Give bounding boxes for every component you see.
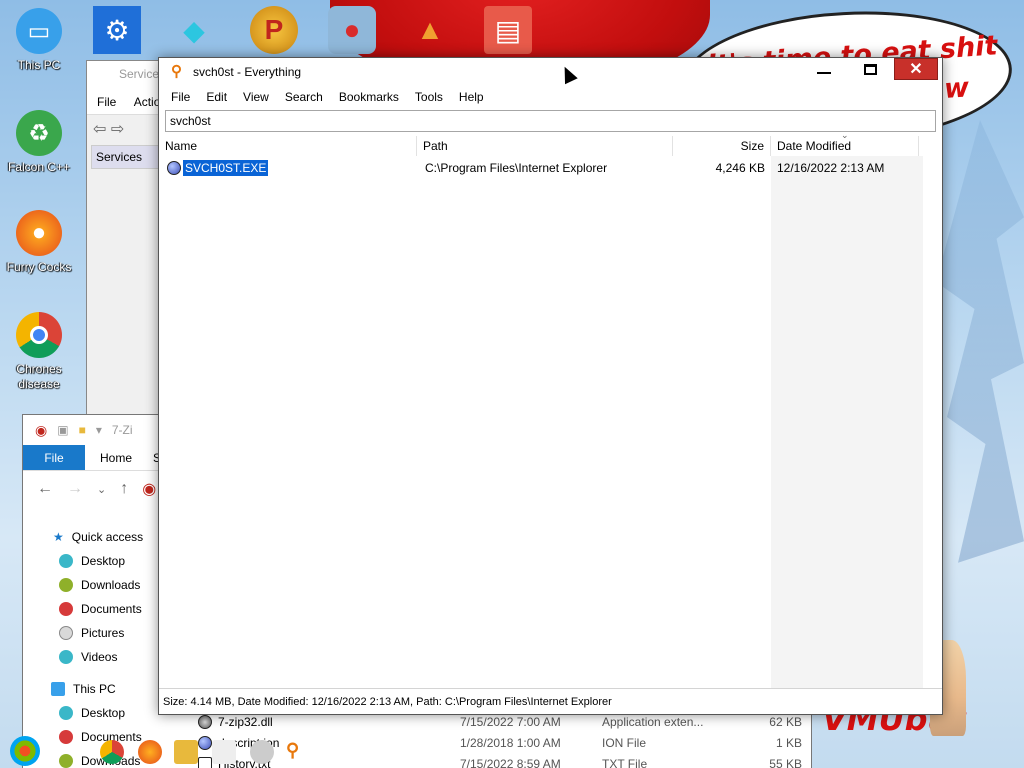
result-path: C:\Program Files\Internet Explorer <box>425 161 608 175</box>
everything-search-icon[interactable]: ⚲ <box>286 740 310 764</box>
forward-arrow-icon[interactable]: ⇨ <box>111 121 124 138</box>
minimize-icon <box>817 72 831 74</box>
menu-help[interactable]: Help <box>451 90 492 104</box>
sidebar-item-desktop[interactable]: Desktop <box>23 549 163 573</box>
chevron-down-icon[interactable]: ▾ <box>96 423 102 437</box>
settings-icon[interactable]: ⚙ <box>93 6 141 54</box>
back-arrow-icon[interactable]: ← <box>37 480 53 498</box>
sidebar-item-documents[interactable]: Documents <box>23 597 163 621</box>
recycle-icon: ♻ <box>16 110 62 156</box>
chevron-down-icon[interactable]: ⌄ <box>97 483 106 496</box>
column-header-name[interactable]: Name <box>159 136 417 156</box>
column-header-date-modified[interactable]: Date Modified ⌄ <box>771 130 919 156</box>
ribbon-tab-home[interactable]: Home <box>85 445 147 470</box>
services-menu-action[interactable]: Actio <box>134 95 161 109</box>
result-name[interactable]: SVCH0ST.EXE <box>181 159 270 177</box>
start-button-icon[interactable] <box>10 736 40 766</box>
explorer-sidebar: ★ Quick access Desktop Downloads Documen… <box>23 525 163 768</box>
forward-arrow-icon[interactable]: → <box>67 480 83 498</box>
menu-file[interactable]: File <box>163 90 198 104</box>
desktop-icon-falcon[interactable]: ♻ Falcon C++ <box>0 110 78 175</box>
up-arrow-icon[interactable]: ↑ <box>120 480 128 498</box>
firefox-icon[interactable] <box>138 740 162 764</box>
ribbon-tab-file[interactable]: File <box>23 445 85 470</box>
cake-icon[interactable]: ▲ <box>406 6 454 54</box>
documents-icon <box>59 602 73 616</box>
app-7zip-icon: ◉ <box>142 481 157 498</box>
column-header-path[interactable]: Path <box>417 136 673 156</box>
downloads-icon <box>59 578 73 592</box>
maximize-icon <box>863 63 877 75</box>
result-size: 4,246 KB <box>715 161 765 175</box>
results-list: SVCH0ST.EXE C:\Program Files\Internet Ex… <box>159 158 942 178</box>
exe-file-icon <box>167 161 181 175</box>
menu-tools[interactable]: Tools <box>407 90 451 104</box>
menu-search[interactable]: Search <box>277 90 331 104</box>
computer-icon <box>51 682 65 696</box>
column-header-size[interactable]: Size <box>673 136 771 156</box>
desktop-icon <box>59 706 73 720</box>
services-menu-file[interactable]: File <box>97 95 116 109</box>
sidebar-item-downloads[interactable]: Downloads <box>23 573 163 597</box>
videos-icon <box>59 650 73 664</box>
status-bar: Size: 4.14 MB, Date Modified: 12/16/2022… <box>159 688 942 714</box>
diamond-icon[interactable]: ◆ <box>170 6 218 54</box>
gear-file-icon <box>198 714 212 729</box>
firefox-icon: ● <box>16 210 62 256</box>
properties-icon[interactable]: ▣ <box>57 423 68 437</box>
sidebar-item-this-pc[interactable]: This PC <box>23 677 163 701</box>
chrome-icon[interactable] <box>100 740 124 764</box>
app-7zip-icon: ◉ <box>35 421 48 438</box>
star-icon: ★ <box>53 530 64 544</box>
sidebar-item-quick-access[interactable]: ★ Quick access <box>23 525 163 549</box>
angry-bird-icon[interactable]: ● <box>328 6 376 54</box>
menu-edit[interactable]: Edit <box>198 90 235 104</box>
book-icon[interactable]: ▤ <box>484 6 532 54</box>
result-date: 12/16/2022 2:13 AM <box>777 161 885 175</box>
menu-view[interactable]: View <box>235 90 277 104</box>
everything-window[interactable]: ⚲ svch0st - Everything ✕ File Edit View … <box>158 57 943 715</box>
minimize-button[interactable] <box>802 58 846 80</box>
close-icon: ✕ <box>909 61 923 78</box>
sidebar-item-pc-desktop[interactable]: Desktop <box>23 701 163 725</box>
folder-icon[interactable]: ■ <box>79 423 86 437</box>
menu-bookmarks[interactable]: Bookmarks <box>331 90 407 104</box>
search-input[interactable]: svch0st <box>165 110 936 132</box>
window-title: svch0st - Everything <box>193 65 302 79</box>
p-app-icon[interactable]: P <box>250 6 298 54</box>
folder-icon[interactable] <box>174 740 198 764</box>
desktop-icon-firefox[interactable]: ● Furry Cocks <box>0 210 78 275</box>
sorted-column-shade <box>771 156 923 688</box>
computer-icon: ▭ <box>16 8 62 54</box>
desktop-icon <box>59 554 73 568</box>
menu-bar: File Edit View Search Bookmarks Tools He… <box>159 86 942 108</box>
everything-titlebar[interactable]: ⚲ svch0st - Everything ✕ <box>159 58 942 86</box>
sidebar-item-videos[interactable]: Videos <box>23 645 163 669</box>
search-icon: ⚲ <box>171 63 182 80</box>
desktop-icon-this-pc[interactable]: ▭ This PC <box>0 8 78 73</box>
pictures-icon <box>59 626 73 640</box>
result-row[interactable]: SVCH0ST.EXE C:\Program Files\Internet Ex… <box>159 158 942 178</box>
taskbar: ⚲ <box>0 736 320 768</box>
maximize-button[interactable] <box>848 58 892 80</box>
close-button[interactable]: ✕ <box>894 58 938 80</box>
explorer-title: 7-Zi <box>111 423 133 437</box>
sidebar-item-pictures[interactable]: Pictures <box>23 621 163 645</box>
gear-icon[interactable] <box>250 740 274 764</box>
sort-descending-icon: ⌄ <box>841 130 849 140</box>
chrome-icon <box>16 312 62 358</box>
column-header: Name Path Size Date Modified ⌄ <box>159 130 942 156</box>
desktop-icon-chrome[interactable]: Chrones disease <box>0 312 78 392</box>
back-arrow-icon[interactable]: ⇦ <box>93 121 106 138</box>
mail-icon[interactable] <box>212 740 236 764</box>
